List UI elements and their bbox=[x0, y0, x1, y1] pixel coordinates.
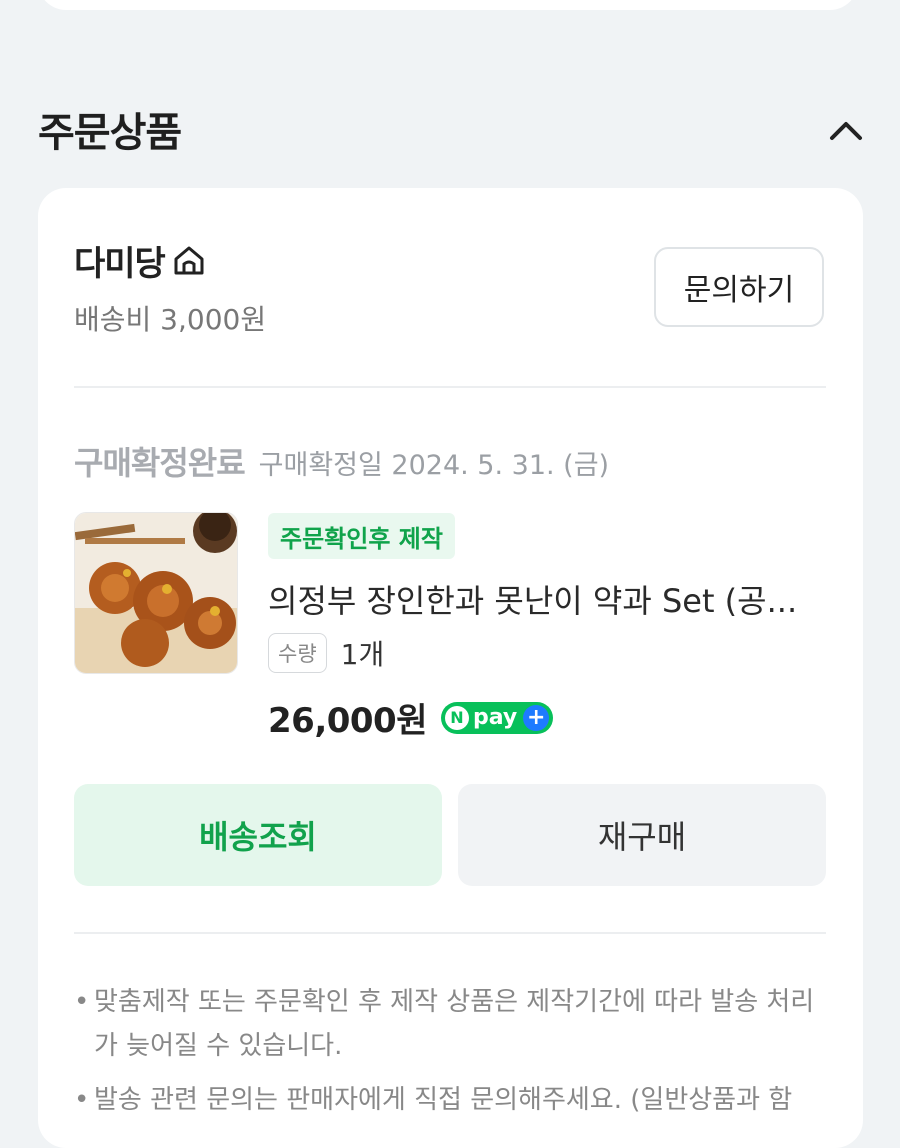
product-name[interactable]: 의정부 장인한과 못난이 약과 Set (공... bbox=[268, 576, 838, 622]
shipping-fee: 배송비 3,000원 bbox=[74, 303, 267, 336]
store-name: 다미당 bbox=[74, 243, 166, 284]
store-name-link[interactable]: 다미당 bbox=[74, 238, 207, 284]
notice-item: • 발송 관련 문의는 판매자에게 직접 문의해주세요. (일반상품과 함 bbox=[74, 1078, 834, 1122]
track-delivery-button[interactable]: 배송조회 bbox=[74, 784, 442, 886]
divider bbox=[74, 386, 826, 388]
npay-plus-badge: N pay + bbox=[440, 701, 554, 734]
chevron-up-icon[interactable] bbox=[824, 108, 868, 152]
order-item-card: 다미당 배송비 3,000원 문의하기 구매확정완료 구매확정일 2024. 5… bbox=[38, 188, 863, 1148]
bullet: • bbox=[74, 987, 90, 1017]
divider bbox=[74, 932, 826, 934]
notice-item: • 맞춤제작 또는 주문확인 후 제작 상품은 제작기간에 따라 발송 처리가 … bbox=[74, 980, 834, 1068]
naver-n-icon: N bbox=[444, 705, 469, 730]
confirm-date: 구매확정일 2024. 5. 31. (금) bbox=[258, 450, 610, 481]
inquiry-button[interactable]: 문의하기 bbox=[654, 247, 824, 327]
store-home-icon bbox=[174, 246, 204, 275]
rebuy-button[interactable]: 재구매 bbox=[458, 784, 826, 886]
notice-text: 발송 관련 문의는 판매자에게 직접 문의해주세요. (일반상품과 함 bbox=[94, 1085, 793, 1115]
plus-icon: + bbox=[523, 704, 550, 731]
npay-label: pay bbox=[472, 705, 518, 730]
order-status: 구매확정완료 bbox=[74, 444, 246, 482]
order-status-row: 구매확정완료 구매확정일 2024. 5. 31. (금) bbox=[74, 438, 609, 484]
notice-text: 맞춤제작 또는 주문확인 후 제작 상품은 제작기간에 따라 발송 처리가 늦어… bbox=[94, 987, 815, 1061]
product-thumbnail[interactable] bbox=[74, 512, 238, 674]
bullet: • bbox=[74, 1085, 90, 1115]
order-items-header: 주문상품 bbox=[38, 100, 868, 164]
made-to-order-badge: 주문확인후 제작 bbox=[268, 513, 455, 559]
quantity-value: 1개 bbox=[340, 638, 385, 671]
product-price: 26,000원 bbox=[268, 701, 427, 741]
quantity-row: 수량 1개 bbox=[268, 633, 384, 673]
price-row: 26,000원 N pay + bbox=[268, 693, 554, 742]
section-title: 주문상품 bbox=[38, 110, 182, 156]
quantity-label: 수량 bbox=[268, 633, 327, 673]
previous-card bbox=[38, 0, 858, 10]
